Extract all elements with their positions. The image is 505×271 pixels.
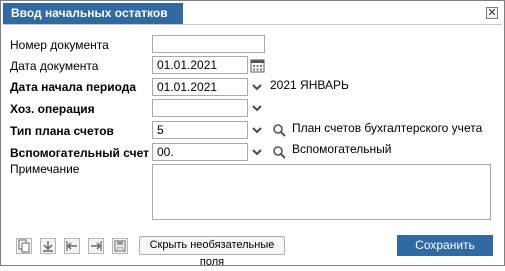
- chevron-down-icon[interactable]: [250, 80, 264, 94]
- chevron-down-icon[interactable]: [250, 101, 264, 115]
- title-divider: [3, 24, 502, 25]
- doc-number-label: Номер документа: [10, 38, 109, 52]
- search-icon[interactable]: [272, 145, 286, 159]
- aux-account-label: Вспомогательный счет: [10, 146, 149, 160]
- copy-icon[interactable]: [16, 238, 32, 254]
- import-icon[interactable]: [40, 238, 56, 254]
- save-disk-icon[interactable]: [112, 238, 128, 254]
- period-start-label: Дата начала периода: [10, 80, 137, 94]
- operation-label: Хоз. операция: [10, 102, 95, 116]
- doc-date-input[interactable]: 01.01.2021: [152, 56, 248, 74]
- doc-number-input[interactable]: [152, 35, 265, 53]
- note-label: Примечание: [10, 162, 80, 176]
- close-button[interactable]: ✕: [486, 7, 498, 19]
- chart-type-label: Тип плана счетов: [10, 124, 114, 138]
- save-button[interactable]: Сохранить: [397, 235, 493, 256]
- aux-account-input[interactable]: 00.: [152, 143, 248, 161]
- calendar-icon[interactable]: [250, 58, 265, 73]
- back-icon[interactable]: [64, 238, 80, 254]
- period-start-side-text: 2021 ЯНВАРЬ: [270, 78, 349, 92]
- doc-date-label: Дата документа: [10, 59, 99, 73]
- chart-type-side-text: План счетов бухгалтерского учета: [292, 121, 483, 135]
- chevron-down-icon[interactable]: [250, 123, 264, 137]
- aux-account-side-text: Вспомогательный: [292, 142, 392, 156]
- hide-optional-fields-button[interactable]: Скрыть необязательные поля: [139, 236, 285, 268]
- operation-input[interactable]: [152, 99, 248, 117]
- dialog-title: Ввод начальных остатков: [3, 3, 183, 24]
- period-start-input[interactable]: 01.01.2021: [152, 78, 248, 96]
- chart-type-input[interactable]: 5: [152, 121, 248, 139]
- note-textarea[interactable]: [152, 164, 491, 220]
- forward-icon[interactable]: [88, 238, 104, 254]
- chevron-down-icon[interactable]: [250, 145, 264, 159]
- search-icon[interactable]: [272, 123, 286, 137]
